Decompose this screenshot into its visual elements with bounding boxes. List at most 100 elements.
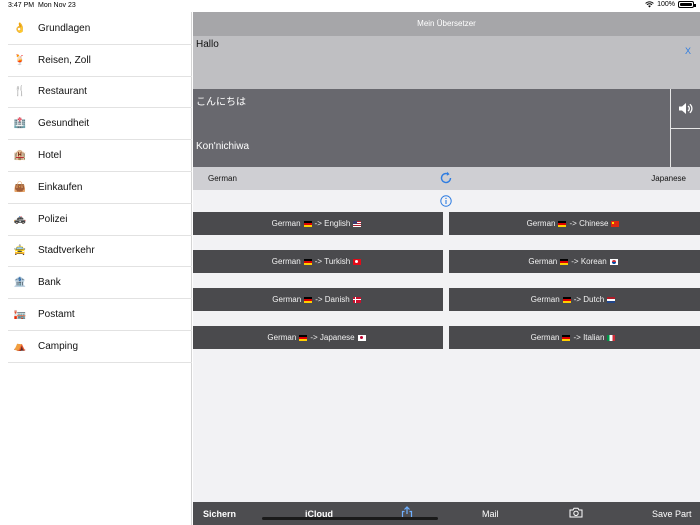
pair-button-german-danish[interactable]: German -> Danish	[193, 288, 443, 311]
germany-flag-icon	[303, 258, 312, 265]
pair-arrow: ->	[573, 333, 581, 342]
sidebar-item-label: Postamt	[38, 309, 75, 321]
japan-flag-icon	[357, 334, 366, 341]
mail-button[interactable]: Mail	[482, 509, 499, 519]
sidebar-item-label: Reisen, Zoll	[38, 54, 91, 66]
cocktail-icon: 🍹	[13, 54, 27, 66]
output-area: こんにちは Kon'nichiwa	[193, 89, 670, 167]
pair-target: Italian	[583, 333, 605, 342]
save-part-button[interactable]: Save Part	[652, 509, 692, 519]
pair-arrow: ->	[573, 295, 582, 304]
pair-button-german-korean[interactable]: German -> Korean	[449, 250, 700, 273]
pair-source: German	[271, 219, 301, 228]
germany-flag-icon	[560, 258, 569, 265]
pair-button-german-italian[interactable]: German -> Italian	[449, 326, 700, 349]
taxi-icon: 🚖	[13, 245, 27, 257]
status-time: 3:47 PM	[8, 2, 35, 9]
sidebar-item-reisen-zoll[interactable]: 🍹 Reisen, Zoll	[8, 45, 192, 77]
input-text-area[interactable]: Hallo X	[193, 36, 700, 89]
sidebar-item-polizei[interactable]: 🚓 Polizei	[8, 204, 192, 236]
battery-icon	[678, 1, 696, 8]
nav-title: Mein Übersetzer	[193, 12, 700, 36]
wifi-icon	[645, 1, 654, 8]
status-date: Mon Nov 23	[38, 2, 76, 9]
pair-target: Chinese	[579, 219, 609, 228]
pair-target: Korean	[580, 257, 607, 266]
hotel-icon: 🏨	[13, 150, 27, 162]
post-office-icon: 🏣	[13, 309, 27, 321]
sidebar-item-label: Restaurant	[38, 86, 87, 98]
pair-source: German	[526, 219, 556, 228]
pair-source: German	[271, 257, 301, 266]
china-flag-icon	[611, 220, 620, 227]
pair-arrow: ->	[315, 295, 323, 304]
tent-icon: ⛺	[13, 340, 27, 352]
swap-languages-icon[interactable]	[439, 171, 453, 185]
bottom-toolbar: Sichern iCloud Mail Save Part	[193, 502, 700, 525]
sidebar-item-label: Stadtverkehr	[38, 245, 95, 257]
germany-flag-icon	[299, 334, 308, 341]
ok-hand-icon: 👌	[13, 22, 27, 34]
usa-flag-icon	[353, 220, 362, 227]
pair-button-german-dutch[interactable]: German -> Dutch	[449, 288, 700, 311]
output-text: こんにちは	[196, 97, 246, 108]
germany-flag-icon	[562, 296, 571, 303]
sidebar-item-bank[interactable]: 🏦 Bank	[8, 267, 192, 300]
police-car-icon: 🚓	[13, 213, 27, 225]
pair-arrow: ->	[310, 333, 318, 342]
germany-flag-icon	[304, 296, 313, 303]
pair-target: English	[324, 219, 351, 228]
sidebar-item-stadtverkehr[interactable]: 🚖 Stadtverkehr	[8, 236, 192, 268]
pair-source: German	[267, 333, 297, 342]
handbag-icon: 👜	[13, 181, 27, 193]
sidebar-item-postamt[interactable]: 🏣 Postamt	[8, 299, 192, 331]
sidebar-item-label: Einkaufen	[38, 181, 83, 193]
sidebar-item-hotel[interactable]: 🏨 Hotel	[8, 140, 192, 172]
clear-button[interactable]: X	[685, 46, 691, 56]
turkey-flag-icon	[353, 258, 362, 265]
pair-target: Danish	[324, 295, 350, 304]
target-language[interactable]: Japanese	[651, 174, 686, 183]
sidebar-item-restaurant[interactable]: 🍴 Restaurant	[8, 77, 192, 109]
sidebar-item-camping[interactable]: ⛺ Camping	[8, 331, 192, 363]
korea-flag-icon	[609, 258, 618, 265]
output-romanization: Kon'nichiwa	[196, 141, 250, 152]
main-panel: Mein Übersetzer Hallo X こんにちは Kon'nichiw…	[193, 12, 700, 525]
speak-button[interactable]	[671, 89, 700, 129]
sidebar-item-grundlagen[interactable]: 👌 Grundlagen	[8, 13, 192, 45]
speaker-icon	[679, 103, 693, 114]
pair-target: Japanese	[319, 333, 355, 342]
pair-arrow: ->	[569, 219, 577, 228]
pair-source: German	[272, 295, 302, 304]
pair-button-german-chinese[interactable]: German -> Chinese	[449, 212, 700, 235]
pair-source: German	[530, 333, 560, 342]
input-text: Hallo	[196, 39, 219, 50]
status-bar: 3:47 PM Mon Nov 23 100%	[0, 0, 700, 12]
pair-button-german-japanese[interactable]: German -> Japanese	[193, 326, 443, 349]
denmark-flag-icon	[352, 296, 361, 303]
save-button[interactable]: Sichern	[203, 509, 236, 519]
pair-source: German	[528, 257, 558, 266]
germany-flag-icon	[562, 334, 571, 341]
home-indicator	[262, 517, 438, 520]
pair-button-german-turkish[interactable]: German -> Turkish	[193, 250, 443, 273]
language-bar: German Japanese	[193, 167, 700, 190]
pair-arrow: ->	[314, 257, 323, 266]
camera-icon[interactable]	[569, 507, 583, 518]
italy-flag-icon	[607, 334, 616, 341]
info-icon[interactable]	[440, 195, 452, 207]
sidebar-item-gesundheit[interactable]: 🏥 Gesundheit	[8, 108, 192, 141]
pair-button-german-english[interactable]: German -> English	[193, 212, 443, 235]
sidebar-item-label: Polizei	[38, 213, 68, 225]
germany-flag-icon	[303, 220, 312, 227]
status-right: 100%	[645, 1, 696, 8]
sidebar-item-label: Gesundheit	[38, 118, 90, 130]
hospital-icon: 🏥	[13, 118, 27, 130]
sidebar-item-einkaufen[interactable]: 👜 Einkaufen	[8, 172, 192, 204]
sidebar-item-label: Bank	[38, 277, 61, 289]
bank-icon: 🏦	[13, 277, 27, 289]
source-language[interactable]: German	[208, 174, 237, 183]
sidebar: 👌 Grundlagen 🍹 Reisen, Zoll 🍴 Restaurant…	[0, 12, 192, 525]
germany-flag-icon	[558, 220, 567, 227]
pair-target: Turkish	[324, 257, 351, 266]
